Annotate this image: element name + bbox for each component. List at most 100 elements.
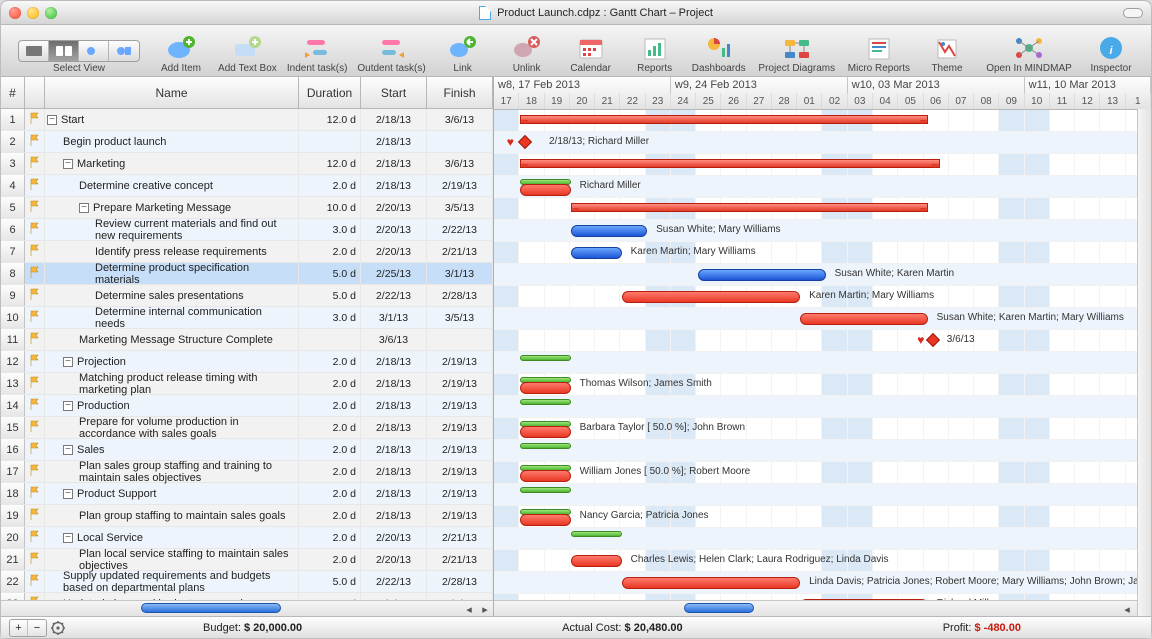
day-header[interactable]: 04 — [873, 93, 898, 109]
day-header[interactable]: 11 — [1050, 93, 1075, 109]
view-option-2[interactable] — [49, 41, 79, 61]
day-header[interactable]: 25 — [696, 93, 721, 109]
table-row[interactable]: 10Determine internal communication needs… — [1, 307, 493, 329]
day-header[interactable]: 05 — [898, 93, 923, 109]
col-header-flag[interactable] — [25, 77, 45, 108]
gantt-row[interactable]: William Jones [ 50.0 %]; Robert Moore — [494, 462, 1151, 484]
task-bar[interactable] — [571, 247, 622, 259]
link-button[interactable]: Link — [431, 34, 495, 74]
table-row[interactable]: 18−Product Support2.0 d2/18/132/19/13 — [1, 483, 493, 505]
day-header[interactable]: 28 — [772, 93, 797, 109]
view-option-1[interactable] — [19, 41, 49, 61]
day-header[interactable]: 24 — [671, 93, 696, 109]
milestone-icon[interactable] — [517, 135, 531, 149]
table-row[interactable]: 19Plan group staffing to maintain sales … — [1, 505, 493, 527]
dashboards-button[interactable]: Dashboards — [687, 34, 751, 74]
day-header[interactable]: 23 — [646, 93, 671, 109]
gantt-row[interactable] — [494, 484, 1151, 506]
table-row[interactable]: 20−Local Service2.0 d2/20/132/21/13 — [1, 527, 493, 549]
table-row[interactable]: 23Updated plans and budgets approval3.0 … — [1, 593, 493, 600]
gantt-row[interactable]: Linda Davis; Patricia Jones; Robert Moor… — [494, 572, 1151, 594]
gantt-row[interactable]: Karen Martin; Mary Williams — [494, 242, 1151, 264]
summary-bar[interactable] — [520, 355, 571, 361]
gantt-row[interactable]: Karen Martin; Mary Williams — [494, 286, 1151, 308]
day-header[interactable]: 21 — [595, 93, 620, 109]
day-header[interactable]: 13 — [1100, 93, 1125, 109]
task-bar[interactable] — [520, 382, 571, 394]
timeline-vscroll[interactable] — [1137, 109, 1151, 616]
summary-bar[interactable] — [571, 531, 622, 537]
calendar-button[interactable]: Calendar — [559, 34, 623, 74]
titlebar-pill-button[interactable] — [1123, 8, 1143, 18]
summary-bar[interactable] — [571, 203, 928, 212]
day-header[interactable]: 26 — [721, 93, 746, 109]
table-row[interactable]: 14−Production2.0 d2/18/132/19/13 — [1, 395, 493, 417]
table-row[interactable]: 8Determine product specification materia… — [1, 263, 493, 285]
day-header[interactable]: 17 — [494, 93, 519, 109]
gantt-row[interactable]: Charles Lewis; Helen Clark; Laura Rodrig… — [494, 550, 1151, 572]
table-row[interactable]: 9Determine sales presentations5.0 d2/22/… — [1, 285, 493, 307]
task-bar[interactable] — [698, 269, 826, 281]
milestone-icon[interactable] — [925, 333, 939, 347]
week-header[interactable]: w8, 17 Feb 2013 — [494, 77, 671, 93]
summary-bar[interactable] — [520, 487, 571, 493]
day-header[interactable]: 12 — [1075, 93, 1100, 109]
col-header-finish[interactable]: Finish — [427, 77, 493, 108]
close-window-button[interactable] — [9, 7, 21, 19]
summary-bar[interactable] — [520, 399, 571, 405]
table-row[interactable]: 21Plan local service staffing to maintai… — [1, 549, 493, 571]
inspector-button[interactable]: i Inspector — [1079, 34, 1143, 74]
gantt-row[interactable]: Susan White; Karen Martin; Mary Williams — [494, 308, 1151, 330]
expand-toggle[interactable]: − — [63, 489, 73, 499]
gantt-row[interactable]: Thomas Wilson; James Smith — [494, 374, 1151, 396]
gantt-row[interactable] — [494, 352, 1151, 374]
micro-reports-button[interactable]: Micro Reports — [843, 34, 915, 74]
table-row[interactable]: 16−Sales2.0 d2/18/132/19/13 — [1, 439, 493, 461]
gantt-row[interactable] — [494, 198, 1151, 220]
table-row[interactable]: 22Supply updated requirements and budget… — [1, 571, 493, 593]
day-header[interactable]: 20 — [570, 93, 595, 109]
outdent-button[interactable]: Outdent task(s) — [352, 34, 430, 74]
gantt-row[interactable]: ♥2/18/13; Richard Miller — [494, 132, 1151, 154]
add-item-button[interactable]: Add Item — [149, 34, 213, 74]
day-header[interactable]: 22 — [620, 93, 645, 109]
gantt-row[interactable] — [494, 440, 1151, 462]
summary-bar[interactable] — [520, 159, 941, 168]
day-header[interactable]: 03 — [848, 93, 873, 109]
task-bar[interactable] — [520, 514, 571, 526]
gantt-row[interactable]: Susan White; Karen Martin — [494, 264, 1151, 286]
timeline-body[interactable]: ♥2/18/13; Richard MillerRichard MillerSu… — [494, 110, 1151, 600]
week-header[interactable]: w11, 10 Mar 2013 — [1025, 77, 1151, 93]
project-diagrams-button[interactable]: Project Diagrams — [751, 34, 843, 74]
table-row[interactable]: 15Prepare for volume production in accor… — [1, 417, 493, 439]
table-row[interactable]: 11Marketing Message Structure Complete3/… — [1, 329, 493, 351]
table-hscroll[interactable]: ◂▸ — [1, 600, 493, 616]
day-header[interactable]: 19 — [545, 93, 570, 109]
table-row[interactable]: 2Begin product launch2/18/13 — [1, 131, 493, 153]
gantt-row[interactable] — [494, 110, 1151, 132]
task-bar[interactable] — [520, 426, 571, 438]
select-view-tool[interactable]: Select View — [9, 40, 149, 74]
gantt-row[interactable]: ♥3/6/13 — [494, 330, 1151, 352]
minimize-window-button[interactable] — [27, 7, 39, 19]
reports-button[interactable]: Reports — [623, 34, 687, 74]
day-header[interactable]: 07 — [949, 93, 974, 109]
theme-button[interactable]: Theme — [915, 34, 979, 74]
day-header[interactable]: 10 — [1025, 93, 1050, 109]
col-header-name[interactable]: Name — [45, 77, 299, 108]
unlink-button[interactable]: Unlink — [495, 34, 559, 74]
col-header-dur[interactable]: Duration — [299, 77, 361, 108]
expand-toggle[interactable]: − — [63, 533, 73, 543]
gantt-row[interactable] — [494, 396, 1151, 418]
remove-row-button[interactable]: − — [28, 620, 46, 636]
week-header[interactable]: w10, 03 Mar 2013 — [848, 77, 1025, 93]
task-bar[interactable] — [520, 470, 571, 482]
expand-toggle[interactable]: − — [79, 203, 89, 213]
table-row[interactable]: 3−Marketing12.0 d2/18/133/6/13 — [1, 153, 493, 175]
day-header[interactable]: 01 — [797, 93, 822, 109]
expand-toggle[interactable]: − — [63, 401, 73, 411]
day-header[interactable]: 02 — [822, 93, 847, 109]
table-row[interactable]: 13Matching product release timing with m… — [1, 373, 493, 395]
day-header[interactable]: 08 — [974, 93, 999, 109]
table-row[interactable]: 5−Prepare Marketing Message10.0 d2/20/13… — [1, 197, 493, 219]
